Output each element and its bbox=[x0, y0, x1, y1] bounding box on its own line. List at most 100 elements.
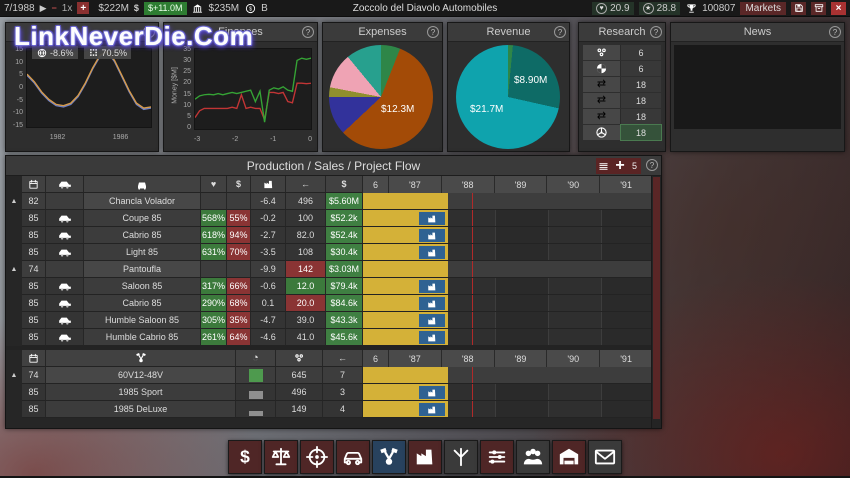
factory-badge[interactable] bbox=[419, 386, 445, 399]
help-icon[interactable]: ? bbox=[302, 26, 314, 38]
toolbar-car-button[interactable] bbox=[336, 440, 370, 474]
engine-row[interactable]: 851985 DeLuxe1494 bbox=[6, 401, 653, 418]
y-tick: 5 bbox=[8, 71, 23, 78]
engine-name-column-header[interactable] bbox=[46, 350, 236, 367]
stock-column-header[interactable]: ← bbox=[286, 176, 326, 193]
speed-up-icon[interactable]: + bbox=[77, 2, 89, 14]
row-expander bbox=[6, 227, 22, 244]
toolbar-target-button[interactable] bbox=[300, 440, 334, 474]
year-label[interactable]: '89 bbox=[495, 350, 548, 367]
toolbar-engine-button[interactable] bbox=[372, 440, 406, 474]
toolbar-sliders-button[interactable] bbox=[480, 440, 514, 474]
panel-news-body bbox=[671, 45, 844, 154]
research-row[interactable]: 6 bbox=[583, 45, 661, 60]
vehicle-row[interactable]: 85Cabrio 85290%68%0.120.0$84.6k bbox=[6, 295, 653, 312]
news-list[interactable] bbox=[674, 45, 841, 129]
close-icon[interactable]: × bbox=[831, 2, 846, 15]
vehicle-row[interactable]: ▲74Pantoufla-9.9142$3.03M bbox=[6, 261, 653, 278]
year-label[interactable]: '87 bbox=[389, 350, 442, 367]
save-icon[interactable] bbox=[791, 2, 806, 15]
revenue-column-header[interactable]: $ bbox=[326, 176, 363, 193]
factory-column-header[interactable] bbox=[251, 176, 286, 193]
year-label[interactable]: '87 bbox=[389, 176, 442, 193]
help-icon[interactable]: ? bbox=[646, 159, 658, 171]
vehicle-row[interactable]: 85Humble Saloon 85305%35%-4.739.0$43.3k bbox=[6, 312, 653, 329]
factory-badge[interactable] bbox=[419, 331, 445, 344]
panel-title: Research bbox=[598, 26, 645, 38]
speed-down-icon[interactable]: − bbox=[52, 4, 57, 13]
factory-badge[interactable] bbox=[419, 297, 445, 310]
vehicle-row[interactable]: 85Humble Cabrio 85261%64%-4.641.0$45.6k bbox=[6, 329, 653, 346]
popularity-column-header[interactable]: ♥ bbox=[201, 176, 227, 193]
factory-badge[interactable] bbox=[419, 403, 445, 416]
engine-row[interactable]: 851985 Sport4963 bbox=[6, 384, 653, 401]
revenue-main-label: $21.7M bbox=[470, 104, 503, 115]
factory-badge[interactable] bbox=[419, 246, 445, 259]
play-icon[interactable]: ▶ bbox=[40, 4, 47, 13]
calendar-icon bbox=[28, 179, 39, 190]
markets-button[interactable]: Markets bbox=[740, 2, 786, 15]
toolbar-mail-button[interactable] bbox=[588, 440, 622, 474]
research-row[interactable]: ⇄18 bbox=[583, 77, 661, 92]
year-label[interactable]: '89 bbox=[495, 176, 548, 193]
factory-badge[interactable] bbox=[419, 314, 445, 327]
vehicle-row[interactable]: ▲82Chancla Volador-6.4496$5.60M bbox=[6, 193, 653, 210]
research-row[interactable]: 18 bbox=[583, 125, 661, 140]
factory-badge[interactable] bbox=[419, 212, 445, 225]
vertical-scrollbar[interactable] bbox=[651, 176, 661, 428]
year-label[interactable]: '90 bbox=[547, 350, 600, 367]
toolbar-factory-button[interactable] bbox=[408, 440, 442, 474]
research-value: 18 bbox=[621, 125, 661, 140]
research-row[interactable]: 6 bbox=[583, 61, 661, 76]
units-column-header[interactable] bbox=[276, 350, 323, 367]
vehicle-row[interactable]: 85Saloon 85317%66%-0.612.0$79.4k bbox=[6, 278, 653, 295]
research-value: 18 bbox=[621, 109, 661, 124]
year-label[interactable]: 6 bbox=[363, 176, 389, 193]
help-icon[interactable]: ? bbox=[143, 26, 155, 38]
list-icon[interactable] bbox=[596, 158, 612, 174]
price-column-header[interactable]: $ bbox=[227, 176, 251, 193]
year-column-header[interactable] bbox=[22, 176, 46, 193]
year-label[interactable]: '90 bbox=[547, 176, 600, 193]
revenue-value: $84.6k bbox=[326, 295, 363, 312]
help-icon[interactable]: ? bbox=[427, 26, 439, 38]
year-label[interactable]: '91 bbox=[600, 350, 653, 367]
gantt-cell bbox=[363, 210, 653, 227]
load-icon[interactable] bbox=[811, 2, 826, 15]
scrollbar-thumb[interactable] bbox=[653, 177, 660, 419]
model-name-column-header[interactable] bbox=[84, 176, 201, 193]
vehicle-row[interactable]: 85Cabrio 85618%94%-2.782.0$52.4k bbox=[6, 227, 653, 244]
toolbar-people-button[interactable] bbox=[516, 440, 550, 474]
toolbar-scales-button[interactable] bbox=[264, 440, 298, 474]
year-column-header[interactable] bbox=[22, 350, 46, 367]
help-icon[interactable]: ? bbox=[829, 26, 841, 38]
body-type-column-header[interactable] bbox=[46, 176, 84, 193]
rating-bar-fill bbox=[249, 411, 263, 416]
year-label[interactable]: '91 bbox=[600, 176, 653, 193]
popularity-value bbox=[201, 193, 227, 210]
year-label[interactable]: '88 bbox=[442, 350, 495, 367]
year-label[interactable]: 6 bbox=[363, 350, 389, 367]
year-label[interactable]: '88 bbox=[442, 176, 495, 193]
row-expander[interactable]: ▲ bbox=[6, 367, 22, 384]
toolbar-money-button[interactable]: $ bbox=[228, 440, 262, 474]
rating-column-header[interactable]: ◔ bbox=[236, 350, 276, 367]
add-project-button[interactable]: + bbox=[612, 158, 628, 174]
help-icon[interactable]: ? bbox=[650, 26, 662, 38]
research-row[interactable]: ⇄18 bbox=[583, 93, 661, 108]
row-expander[interactable]: ▲ bbox=[6, 261, 22, 278]
stock-column-header[interactable]: ← bbox=[323, 350, 363, 367]
model-year: 85 bbox=[22, 312, 46, 329]
row-expander[interactable]: ▲ bbox=[6, 193, 22, 210]
research-row[interactable]: ⇄18 bbox=[583, 109, 661, 124]
gantt-cell bbox=[363, 193, 653, 210]
toolbar-branch-button[interactable] bbox=[444, 440, 478, 474]
vehicle-row[interactable]: 85Light 85631%70%-3.5108$30.4k bbox=[6, 244, 653, 261]
factory-badge[interactable] bbox=[419, 280, 445, 293]
body-type-cell bbox=[46, 278, 84, 295]
vehicle-row[interactable]: 85Coupe 85568%55%-0.2100$52.2k bbox=[6, 210, 653, 227]
engine-row[interactable]: ▲7460V12-48V6457 bbox=[6, 367, 653, 384]
help-icon[interactable]: ? bbox=[554, 26, 566, 38]
toolbar-garage-button[interactable] bbox=[552, 440, 586, 474]
factory-badge[interactable] bbox=[419, 229, 445, 242]
